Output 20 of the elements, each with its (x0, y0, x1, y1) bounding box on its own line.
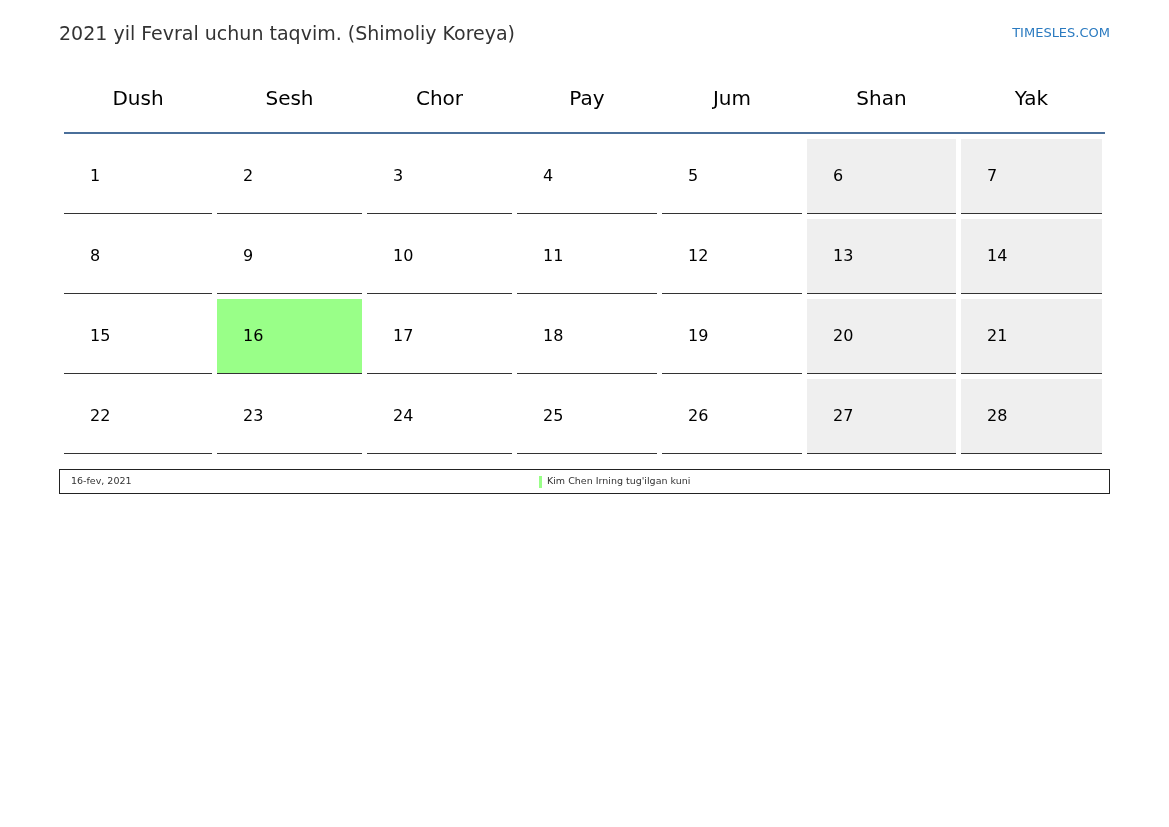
weekday-header: Yak (1013, 85, 1050, 112)
weekday-header: Sesh (264, 85, 315, 112)
weekday-header: Shan (855, 85, 908, 112)
weekday-header: Dush (111, 85, 165, 112)
weekday-header: Pay (568, 85, 606, 112)
weekend-day-cell: 28 (961, 379, 1102, 454)
weekend-day-cell: 13 (807, 219, 956, 294)
weekend-day-cell: 21 (961, 299, 1102, 374)
weekday-header: Jum (711, 85, 753, 112)
holiday-name: Kim Chen Irning tug'ilgan kuni (547, 474, 691, 489)
weekend-day-cell: 14 (961, 219, 1102, 294)
weekend-day-cell: 27 (807, 379, 956, 454)
weekend-day-cell: 6 (807, 139, 956, 214)
page-title: 2021 yil Fevral uchun taqvim. (Shimoliy Koreya) (59, 21, 516, 46)
weekday-header: Chor (414, 85, 465, 112)
site-link[interactable]: TIMESLES.COM (1012, 23, 1110, 43)
weekend-day-cell: 20 (807, 299, 956, 374)
holiday-day-cell: 16 (217, 299, 362, 374)
weekend-day-cell: 7 (961, 139, 1102, 214)
holiday-date: 16-fev, 2021 (70, 474, 133, 489)
